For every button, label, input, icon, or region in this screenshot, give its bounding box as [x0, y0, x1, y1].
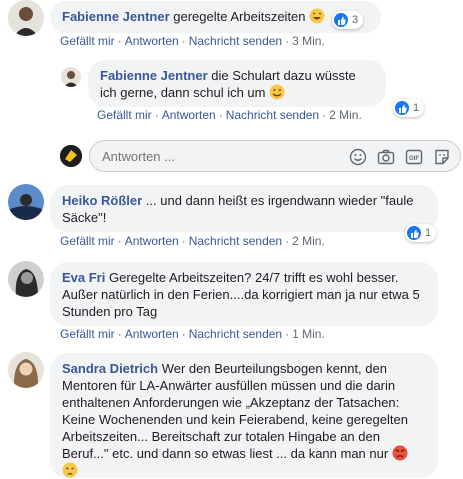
reaction-number: 3 — [352, 14, 359, 26]
avatar-image — [8, 0, 44, 36]
avatar[interactable] — [8, 0, 44, 36]
avatar[interactable] — [8, 184, 44, 220]
avatar-image — [8, 352, 44, 388]
message-link[interactable]: Nachricht senden — [189, 34, 282, 48]
timestamp[interactable]: 3 Min. — [292, 34, 325, 48]
laughing-emoji-icon — [309, 8, 325, 24]
like-icon — [334, 13, 348, 27]
message-link[interactable]: Nachricht senden — [189, 327, 282, 341]
comment-actions: Gefällt mir · Antworten · Nachricht senden · 2… — [60, 234, 325, 248]
comment-bubble: Eva Fri Geregelte Arbeitszeiten? 24/7 tr… — [50, 262, 438, 326]
smiley-icon[interactable] — [348, 147, 368, 167]
like-link[interactable]: Gefällt mir — [60, 234, 115, 248]
gif-icon[interactable]: GIF — [404, 147, 424, 167]
comment-author[interactable]: Fabienne Jentner — [62, 9, 170, 24]
like-link[interactable]: Gefällt mir — [60, 34, 115, 48]
timestamp[interactable]: 1 Min. — [292, 327, 325, 341]
comment-bubble: Heiko Rößler ... und dann heißt es irgen… — [50, 185, 438, 232]
avatar[interactable] — [8, 261, 44, 297]
reaction-count[interactable]: 3 — [332, 11, 364, 29]
comment-bubble: Fabienne Jentner die Schulart dazu wüsst… — [88, 60, 386, 107]
timestamp[interactable]: 2 Min. — [292, 234, 325, 248]
message-link[interactable]: Nachricht senden — [226, 108, 319, 122]
like-icon — [395, 101, 409, 115]
avatar[interactable] — [61, 67, 81, 87]
comment-author[interactable]: Eva Fri — [62, 270, 105, 285]
like-link[interactable]: Gefällt mir — [60, 327, 115, 341]
avatar-image — [61, 67, 81, 87]
reply-link[interactable]: Antworten — [125, 34, 179, 48]
comment-text: geregelte Arbeitszeiten — [173, 9, 306, 24]
reply-box: GIF — [89, 140, 461, 172]
angry-emoji-icon — [392, 445, 408, 461]
comment-author[interactable]: Heiko Rößler — [62, 193, 142, 208]
timestamp[interactable]: 2 Min. — [329, 108, 362, 122]
comment-actions: Gefällt mir · Antworten · Nachricht senden · 2… — [97, 108, 362, 122]
reaction-number: 1 — [413, 102, 420, 114]
reply-link[interactable]: Antworten — [125, 327, 179, 341]
like-link[interactable]: Gefällt mir — [97, 108, 152, 122]
message-link[interactable]: Nachricht senden — [189, 234, 282, 248]
comment-text: Geregelte Arbeitszeiten? 24/7 trifft es … — [62, 270, 420, 319]
like-icon — [407, 226, 421, 240]
comment-bubble: Fabienne Jentner geregelte Arbeitszeiten — [50, 1, 381, 33]
reply-link[interactable]: Antworten — [162, 108, 216, 122]
camera-icon[interactable] — [376, 147, 396, 167]
comment-text: Wer den Beurteilungsbogen kennt, den Men… — [62, 361, 408, 461]
avatar[interactable] — [8, 352, 44, 388]
avatar-image — [8, 184, 44, 220]
wink-emoji-icon — [269, 84, 285, 100]
comment-bubble: Sandra Dietrich Wer den Beurteilungsboge… — [50, 353, 438, 478]
sticker-icon[interactable] — [432, 147, 452, 167]
comment-actions: Gefällt mir · Antworten · Nachricht senden · 3… — [60, 34, 325, 48]
reply-input[interactable] — [100, 148, 344, 165]
reaction-count[interactable]: 1 — [405, 224, 437, 242]
reply-link[interactable]: Antworten — [125, 234, 179, 248]
avatar-image — [8, 261, 44, 297]
weary-emoji-icon — [62, 462, 78, 478]
reaction-number: 1 — [425, 227, 432, 239]
reaction-count[interactable]: 1 — [393, 99, 425, 117]
comment-author[interactable]: Fabienne Jentner — [100, 68, 208, 83]
avatar — [60, 145, 82, 167]
comment-author[interactable]: Sandra Dietrich — [62, 361, 158, 376]
avatar-image — [60, 145, 82, 167]
comment-actions: Gefällt mir · Antworten · Nachricht senden · 1… — [60, 327, 325, 341]
svg-text:GIF: GIF — [409, 156, 419, 162]
